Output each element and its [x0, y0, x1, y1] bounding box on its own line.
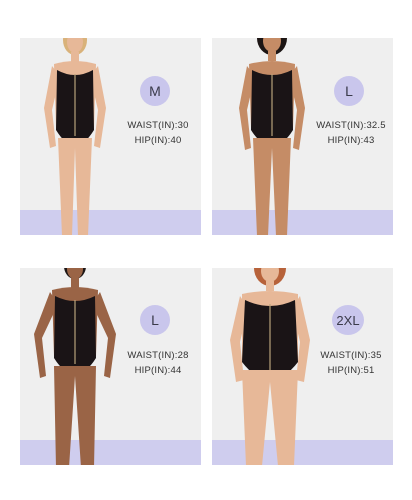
size-badge: L: [334, 76, 364, 106]
size-badge: 2XL: [332, 305, 364, 335]
size-panel-l-2: L WAIST(IN):28 HIP(IN):44: [20, 268, 201, 465]
waist-measurement: WAIST(IN):35: [320, 350, 382, 361]
hip-measurement: HIP(IN):43: [327, 135, 375, 146]
hip-measurement: HIP(IN):51: [327, 365, 375, 376]
size-label: L: [151, 312, 159, 328]
measurements: WAIST(IN):30 HIP(IN):40: [118, 118, 198, 148]
model-photo: [227, 38, 317, 235]
model-photo: [220, 268, 320, 465]
size-panel-m: M WAIST(IN):30 HIP(IN):40: [20, 38, 201, 235]
hip-measurement: HIP(IN):40: [134, 135, 182, 146]
waist-measurement: WAIST(IN):28: [127, 350, 189, 361]
size-label: L: [345, 83, 353, 99]
measurements: WAIST(IN):35 HIP(IN):51: [310, 348, 392, 378]
waist-measurement: WAIST(IN):30: [127, 120, 189, 131]
waist-measurement: WAIST(IN):32.5: [316, 120, 386, 131]
size-label: M: [149, 83, 161, 99]
model-photo: [32, 38, 118, 235]
hip-measurement: HIP(IN):44: [134, 365, 182, 376]
size-panel-l-1: L WAIST(IN):32.5 HIP(IN):43: [212, 38, 393, 235]
model-photo: [26, 268, 124, 465]
size-panel-2xl: 2XL WAIST(IN):35 HIP(IN):51: [212, 268, 393, 465]
measurements: WAIST(IN):32.5 HIP(IN):43: [310, 118, 392, 148]
size-label: 2XL: [336, 312, 360, 328]
measurements: WAIST(IN):28 HIP(IN):44: [118, 348, 198, 378]
size-badge: L: [140, 305, 170, 335]
size-badge: M: [140, 76, 170, 106]
